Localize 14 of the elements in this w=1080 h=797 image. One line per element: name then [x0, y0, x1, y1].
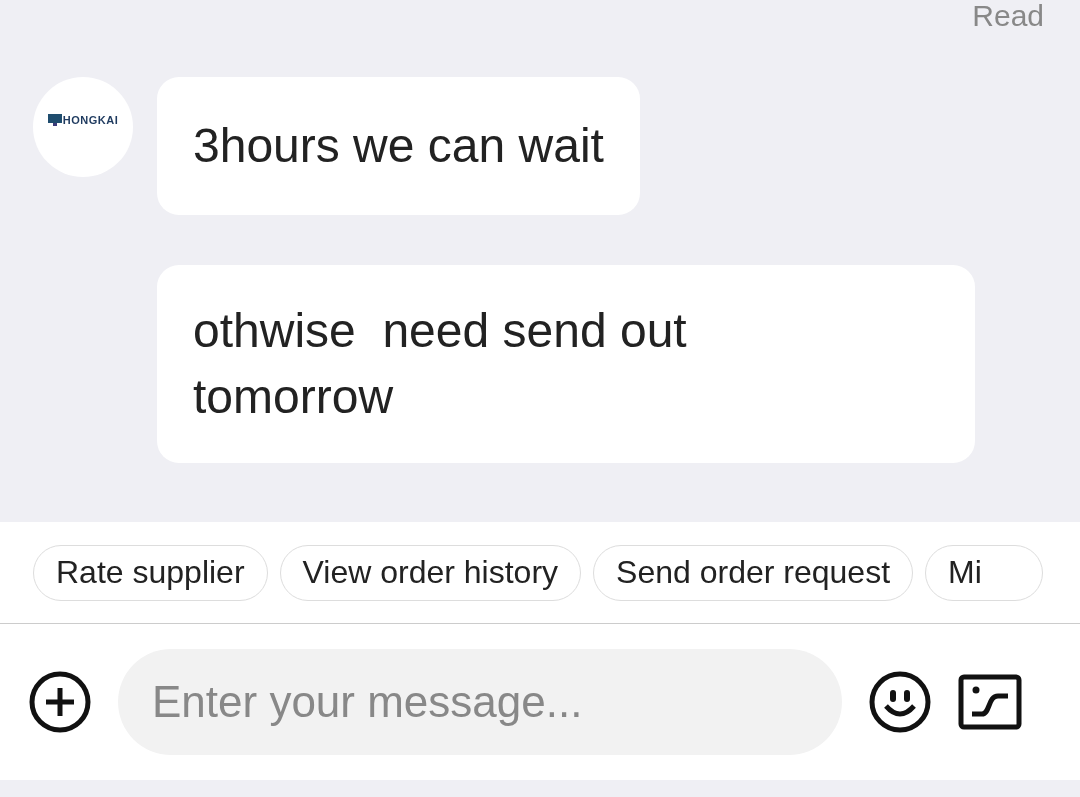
smiley-icon[interactable]: [868, 670, 932, 734]
quick-reply-chip[interactable]: Rate supplier: [33, 544, 268, 601]
add-icon[interactable]: [28, 670, 92, 734]
message-bubble: 3hours we can wait: [157, 77, 640, 215]
avatar-logo-text: HONGKAI: [62, 114, 119, 126]
quick-reply-chip[interactable]: View order history: [279, 544, 582, 601]
avatar[interactable]: HONGKAI: [33, 77, 133, 177]
quick-reply-chip[interactable]: Mi: [925, 544, 1043, 601]
message-input[interactable]: Enter your message...: [118, 649, 842, 755]
message-bubble: othwise need send out tomorrow: [157, 265, 975, 463]
image-icon[interactable]: [958, 674, 1022, 730]
monitor-icon: [47, 114, 62, 126]
read-status: Read: [972, 0, 1044, 32]
quick-reply-chip[interactable]: Send order request: [593, 544, 913, 601]
